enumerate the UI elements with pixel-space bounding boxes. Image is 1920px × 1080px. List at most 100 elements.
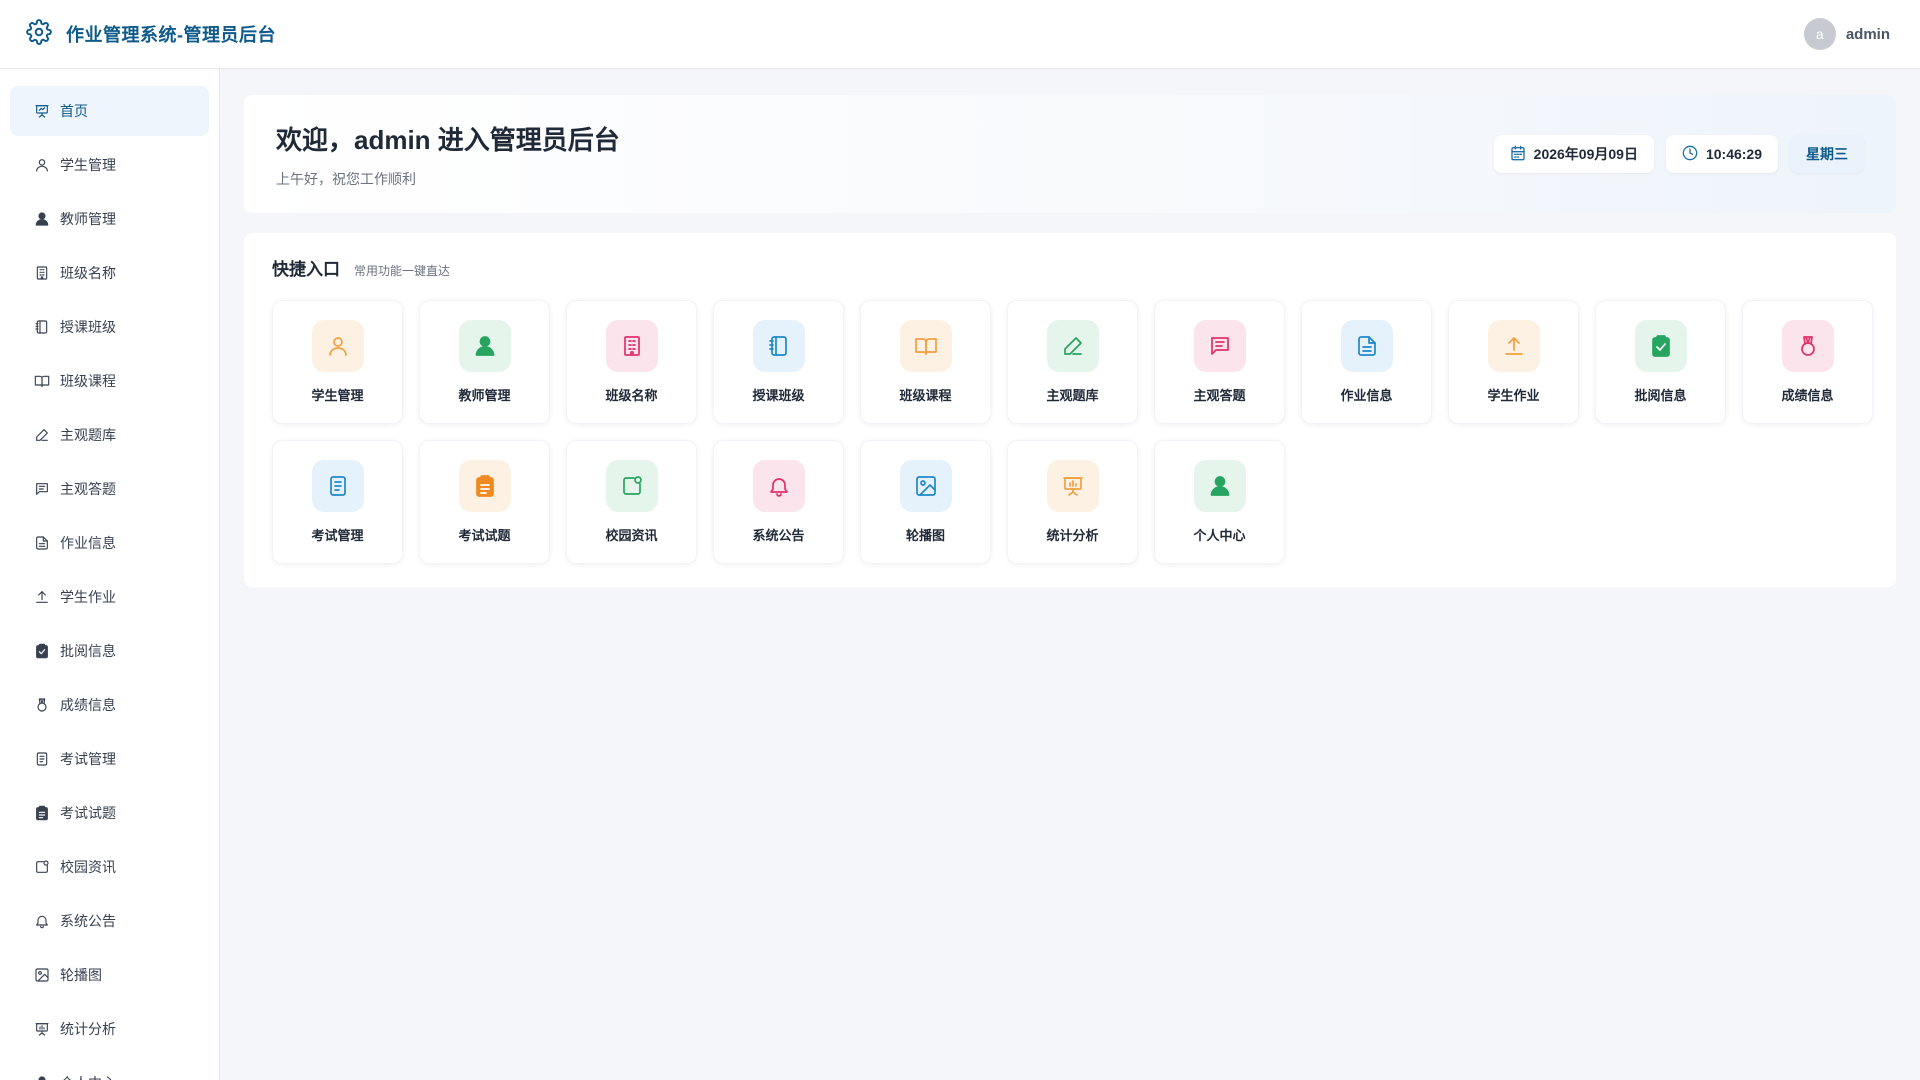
sidebar-item-4[interactable]: 授课班级: [10, 302, 209, 352]
sidebar-item-7[interactable]: 主观答题: [10, 464, 209, 514]
time-chip: 10:46:29: [1665, 135, 1778, 173]
quick-entry-card[interactable]: 成绩信息: [1742, 300, 1873, 424]
presentation-icon: [34, 103, 50, 119]
sidebar-item-2[interactable]: 教师管理: [10, 194, 209, 244]
user-menu[interactable]: a admin: [1803, 18, 1890, 50]
sidebar-item-label: 成绩信息: [60, 697, 116, 713]
welcome-subtitle: 上午好，祝您工作顺利: [276, 170, 416, 187]
time-text: 10:46:29: [1705, 146, 1762, 162]
quick-entry-grid: 学生管理 教师管理 班级名称 授课班级 班级课程 主观题库 主观答题 作业信息 学生作业 批阅信息…: [272, 300, 1873, 564]
upload-icon: [34, 589, 50, 605]
quick-entry-card[interactable]: 轮播图: [860, 440, 991, 564]
sidebar-item-1[interactable]: 学生管理: [10, 140, 209, 190]
app-title: 作业管理系统-管理员后台: [66, 25, 276, 45]
quick-entry-label: 授课班级: [752, 388, 805, 403]
quick-entry-label: 校园资讯: [605, 528, 658, 543]
sidebar-item-8[interactable]: 作业信息: [10, 518, 209, 568]
date-text: 2026年09月09日: [1533, 146, 1638, 162]
chart-board-icon: [34, 1021, 50, 1037]
sidebar-item-label: 授课班级: [60, 319, 116, 335]
user-filled-icon: [458, 320, 511, 372]
message-icon: [1193, 320, 1246, 372]
quick-entry-label: 系统公告: [752, 528, 805, 543]
quick-entry-card[interactable]: 教师管理: [419, 300, 550, 424]
bell-icon: [34, 913, 50, 929]
brand[interactable]: 作业管理系统-管理员后台: [26, 18, 276, 50]
notebook-icon: [34, 319, 50, 335]
quick-entry-card[interactable]: 考试试题: [419, 440, 550, 564]
clipboard-check-icon: [34, 643, 50, 659]
username[interactable]: admin: [1846, 26, 1890, 43]
quick-entry-label: 作业信息: [1340, 388, 1393, 403]
sidebar-item-label: 学生管理: [60, 157, 116, 173]
news-icon: [34, 859, 50, 875]
quick-entry-label: 批阅信息: [1634, 388, 1687, 403]
gear-icon: [26, 18, 52, 50]
pen-icon: [1046, 320, 1099, 372]
sidebar-item-17[interactable]: 统计分析: [10, 1004, 209, 1054]
book-open-icon: [34, 373, 50, 389]
date-chip: 2026年09月09日: [1493, 135, 1654, 173]
sidebar-item-5[interactable]: 班级课程: [10, 356, 209, 406]
building-icon: [605, 320, 658, 372]
quick-entry-card[interactable]: 个人中心: [1154, 440, 1285, 564]
sidebar-item-11[interactable]: 成绩信息: [10, 680, 209, 730]
quick-entry-card[interactable]: 学生作业: [1448, 300, 1579, 424]
quick-entry-label: 班级课程: [899, 388, 952, 403]
main-content: 欢迎，admin 进入管理员后台 上午好，祝您工作顺利 2026年09月09日 …: [244, 95, 1896, 587]
sidebar-item-14[interactable]: 校园资讯: [10, 842, 209, 892]
list-doc-icon: [34, 751, 50, 767]
quick-entry-subtitle: 常用功能一键直达: [354, 264, 451, 278]
clipboard-check-icon: [1634, 320, 1687, 372]
calendar-icon: [1510, 145, 1526, 164]
quick-entry-card[interactable]: 学生管理: [272, 300, 403, 424]
sidebar-item-label: 个人中心: [60, 1073, 116, 1080]
sidebar-item-label: 系统公告: [60, 913, 116, 929]
sidebar-item-12[interactable]: 考试管理: [10, 734, 209, 784]
sidebar-item-label: 主观题库: [60, 427, 116, 443]
sidebar-item-10[interactable]: 批阅信息: [10, 626, 209, 676]
book-open-icon: [899, 320, 952, 372]
quick-entry-label: 学生作业: [1487, 388, 1540, 403]
quick-entry-card[interactable]: 主观答题: [1154, 300, 1285, 424]
medal-icon: [1781, 320, 1834, 372]
sidebar-item-label: 考试管理: [60, 751, 116, 767]
quick-entry-label: 主观题库: [1046, 388, 1099, 403]
quick-entry-card[interactable]: 班级名称: [566, 300, 697, 424]
sidebar-item-label: 校园资讯: [60, 859, 116, 875]
sidebar-item-13[interactable]: 考试试题: [10, 788, 209, 838]
sidebar-item-16[interactable]: 轮播图: [10, 950, 209, 1000]
avatar[interactable]: a: [1803, 18, 1836, 50]
building-icon: [34, 265, 50, 281]
sidebar-item-6[interactable]: 主观题库: [10, 410, 209, 460]
quick-entry-card[interactable]: 主观题库: [1007, 300, 1138, 424]
quick-entry-label: 主观答题: [1193, 388, 1246, 403]
quick-entry-card[interactable]: 校园资讯: [566, 440, 697, 564]
message-icon: [34, 481, 50, 497]
pen-icon: [34, 427, 50, 443]
quick-entry-card[interactable]: 批阅信息: [1595, 300, 1726, 424]
user-filled-icon: [1193, 460, 1246, 512]
quick-entry-card[interactable]: 考试管理: [272, 440, 403, 564]
quick-entry-card[interactable]: 作业信息: [1301, 300, 1432, 424]
sidebar-item-9[interactable]: 学生作业: [10, 572, 209, 622]
quick-entry-card[interactable]: 统计分析: [1007, 440, 1138, 564]
quick-entry-card[interactable]: 班级课程: [860, 300, 991, 424]
bell-icon: [752, 460, 805, 512]
quick-entry-title: 快捷入口: [272, 260, 340, 279]
sidebar-item-0[interactable]: 首页: [10, 86, 209, 136]
sidebar-item-label: 班级名称: [60, 265, 116, 281]
sidebar-item-3[interactable]: 班级名称: [10, 248, 209, 298]
quick-entry-card[interactable]: 系统公告: [713, 440, 844, 564]
quick-entry-label: 考试试题: [458, 528, 511, 543]
welcome-banner: 欢迎，admin 进入管理员后台 上午好，祝您工作顺利 2026年09月09日 …: [244, 95, 1896, 213]
user-filled-icon: [34, 211, 50, 227]
sidebar-item-15[interactable]: 系统公告: [10, 896, 209, 946]
quick-entry-label: 教师管理: [458, 388, 511, 403]
quick-entry-card[interactable]: 授课班级: [713, 300, 844, 424]
user-filled-icon: [34, 1075, 50, 1080]
sidebar-item-18[interactable]: 个人中心: [10, 1058, 209, 1080]
quick-entry-label: 个人中心: [1193, 528, 1246, 543]
welcome-title: 欢迎，admin 进入管理员后台: [276, 124, 620, 155]
clipboard-icon: [458, 460, 511, 512]
